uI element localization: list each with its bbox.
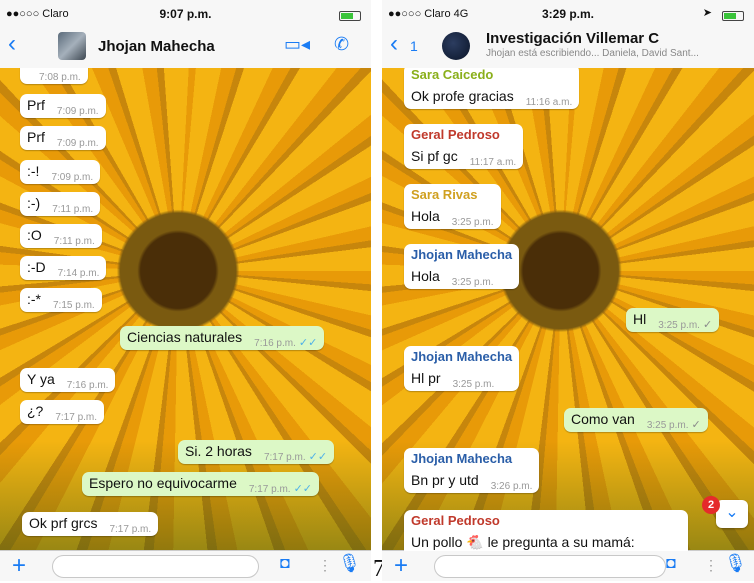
status-time: 9:07 p.m.	[159, 7, 212, 21]
microphone-icon[interactable]: 🎙︎	[724, 553, 747, 574]
composer-bar: + ◘ ⋮ 🎙︎	[382, 550, 754, 581]
sender-name: Sara Rivas	[411, 187, 478, 202]
message-bubble[interactable]: 7:08 p.m.	[20, 68, 88, 84]
video-camera-icon[interactable]: ▭◂	[284, 34, 310, 55]
microphone-icon[interactable]: 🎙︎	[338, 553, 361, 574]
battery-icon	[722, 11, 744, 21]
message-bubble[interactable]: Jhojan Mahecha Bn pr y utd 3:26 p.m.	[404, 448, 540, 493]
message-bubble[interactable]: Y ya 7:16 p.m.	[20, 368, 116, 392]
sender-name: Jhojan Mahecha	[411, 247, 513, 262]
read-receipt-icon: ✓✓	[308, 451, 328, 463]
message-bubble[interactable]: :-* 7:15 p.m.	[20, 288, 102, 312]
separator-dots: ⋮	[318, 557, 332, 573]
status-time: 3:29 p.m.	[541, 7, 595, 21]
phone-icon[interactable]: ✆	[334, 34, 349, 55]
message-bubble[interactable]: Sara Rivas Hola 3:25 p.m.	[404, 184, 501, 229]
message-bubble[interactable]: ¿? 7:17 p.m.	[20, 400, 105, 424]
message-bubble[interactable]: Sara Caicedo Ok profe gracias 11:16 a.m.	[404, 68, 580, 109]
message-bubble-outgoing[interactable]: Como van 3:25 p.m. ✓	[564, 408, 708, 432]
message-bubble-outgoing[interactable]: Ciencias naturales 7:16 p.m. ✓✓	[120, 326, 325, 350]
read-receipt-icon: ✓✓	[298, 337, 318, 349]
avatar[interactable]	[442, 32, 470, 60]
message-bubble[interactable]: :O 7:11 p.m.	[20, 224, 102, 248]
location-arrow-icon: ➤	[702, 7, 712, 19]
message-bubble-outgoing[interactable]: Espero no equivocarme 7:17 p.m. ✓✓	[82, 472, 320, 496]
message-bubble[interactable]: Geral Pedroso Un pollo 🐔 le pregunta a s…	[404, 510, 688, 551]
camera-icon[interactable]: ◘	[666, 555, 676, 573]
message-bubble[interactable]: Jhojan Mahecha Hl pr 3:25 p.m.	[404, 346, 520, 391]
read-receipt-icon: ✓✓	[293, 483, 313, 495]
composer-bar: + ◘ ⋮ 🎙︎	[0, 550, 371, 581]
sender-name: Sara Caicedo	[411, 68, 494, 82]
message-bubble[interactable]: :-! 7:09 p.m.	[20, 160, 101, 184]
message-input[interactable]	[434, 555, 666, 578]
unread-badge: 2	[702, 496, 720, 514]
delivered-receipt-icon: ✓	[702, 319, 713, 331]
battery-icon	[339, 11, 361, 21]
chat-wallpaper: 7:08 p.m. Prf 7:09 p.m. Prf 7:09 p.m. :-! 7…	[0, 68, 371, 551]
sender-name: Geral Pedroso	[411, 127, 500, 142]
camera-icon[interactable]: ◘	[280, 555, 290, 573]
message-bubble[interactable]: Prf 7:09 p.m.	[20, 94, 106, 118]
message-bubble[interactable]: :-) 7:11 p.m.	[20, 192, 101, 216]
right-phone-screen: ●●○○○ Claro 4G 3:29 p.m. ➤ ‹ 1 Investiga…	[382, 0, 754, 581]
chevron-left-icon[interactable]: ‹	[390, 30, 398, 58]
message-bubble-outgoing[interactable]: Hl 3:25 p.m. ✓	[626, 308, 720, 332]
chat-subtitle: Jhojan está escribiendo... Daniela, Davi…	[486, 48, 699, 59]
message-bubble[interactable]: Geral Pedroso Si pf gc 11:17 a.m.	[404, 124, 524, 169]
chat-title[interactable]: Jhojan Mahecha	[98, 38, 215, 55]
message-bubble[interactable]: :-D 7:14 p.m.	[20, 256, 107, 280]
chat-header: ‹ 1 Investigación Villemar C Jhojan está…	[382, 24, 754, 69]
sender-name: Jhojan Mahecha	[411, 451, 513, 466]
message-bubble[interactable]: Jhojan Mahecha Hola 3:25 p.m.	[404, 244, 520, 289]
message-bubble[interactable]: Ok prf grcs 7:17 p.m.	[22, 512, 159, 536]
avatar[interactable]	[58, 32, 86, 60]
chat-wallpaper: Sara Caicedo Ok profe gracias 11:16 a.m. …	[382, 68, 754, 551]
chat-header: ‹ Jhojan Mahecha ▭◂ ✆	[0, 24, 371, 69]
plus-icon[interactable]: +	[12, 552, 26, 580]
chevron-down-icon[interactable]: ⌄	[716, 500, 748, 528]
chat-title[interactable]: Investigación Villemar C	[486, 30, 659, 47]
sender-name: Jhojan Mahecha	[411, 349, 513, 364]
message-bubble[interactable]: Prf 7:09 p.m.	[20, 126, 106, 150]
chevron-left-icon[interactable]: ‹	[8, 30, 16, 58]
back-unread-count[interactable]: 1	[410, 38, 418, 54]
status-bar: ●●○○○ Claro 9:07 p.m.	[0, 0, 371, 24]
separator-dots: ⋮	[704, 557, 718, 573]
message-bubble-outgoing[interactable]: Si. 2 horas 7:17 p.m. ✓✓	[178, 440, 335, 464]
delivered-receipt-icon: ✓	[691, 419, 701, 431]
message-input[interactable]	[52, 555, 259, 578]
plus-icon[interactable]: +	[394, 552, 408, 580]
status-bar: ●●○○○ Claro 4G 3:29 p.m. ➤	[382, 0, 754, 24]
sender-name: Geral Pedroso	[411, 513, 500, 528]
left-phone-screen: ●●○○○ Claro 9:07 p.m. ‹ Jhojan Mahecha ▭…	[0, 0, 371, 581]
